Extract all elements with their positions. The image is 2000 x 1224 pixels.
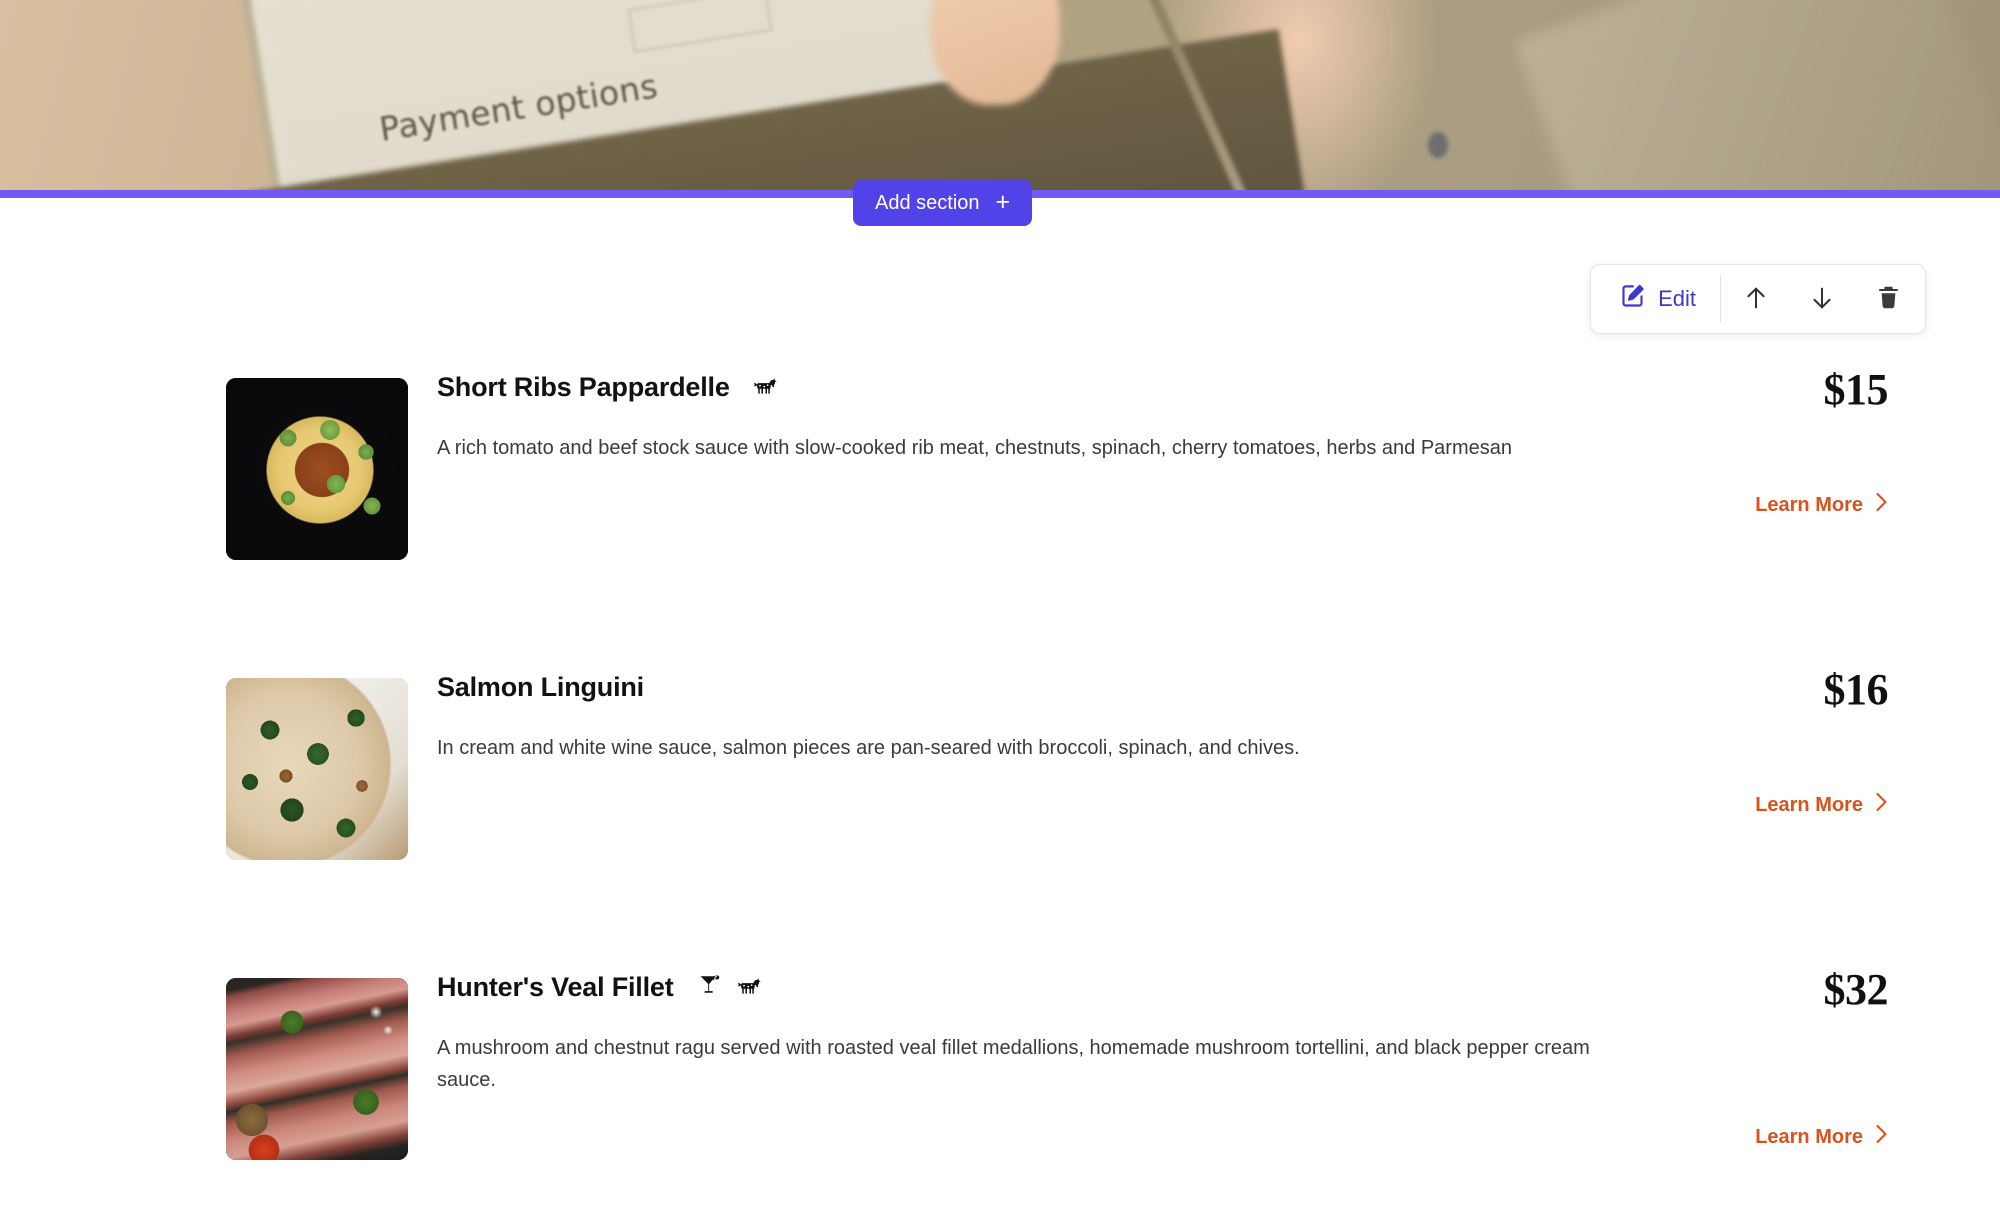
dish-photo-veal-fillet: [226, 978, 408, 1160]
menu-item-price: $15: [1823, 365, 1889, 414]
learn-more-button[interactable]: Learn More: [1755, 792, 1888, 818]
edit-button[interactable]: Edit: [1595, 265, 1718, 333]
learn-more-button[interactable]: Learn More: [1755, 492, 1888, 518]
add-section-button[interactable]: Add section +: [853, 180, 1033, 226]
hero-light-sheen: [1514, 0, 2000, 196]
menu-item-tag-icons: [753, 372, 780, 403]
menu-item-image: [226, 678, 408, 860]
beef-cow-icon: [753, 372, 780, 403]
cocktail-glass-icon: [698, 972, 722, 1003]
move-section-up-button[interactable]: [1723, 265, 1789, 333]
menu-item-image: [226, 378, 408, 560]
menu-items-list: Short Ribs Pappardelle A rich tomato and…: [0, 352, 2000, 1224]
arrow-up-icon: [1742, 284, 1770, 315]
menu-item-description: In cream and white wine sauce, salmon pi…: [437, 737, 1300, 759]
menu-item-title-row: Hunter's Veal Fillet: [437, 972, 764, 1003]
hero-speck: [1428, 132, 1448, 158]
pencil-square-icon: [1619, 283, 1646, 316]
dish-photo-salmon-linguini: [226, 678, 408, 860]
section-edit-toolbar: Edit: [1590, 264, 1926, 334]
hero-banner-image: Payment options: [0, 0, 2000, 196]
menu-item-title: Short Ribs Pappardelle: [437, 372, 730, 402]
menu-item[interactable]: Salmon Linguini In cream and white wine …: [0, 652, 2000, 952]
toolbar-divider: [1720, 275, 1721, 323]
menu-item-tag-icons: [698, 972, 764, 1003]
menu-item[interactable]: Hunter's Veal Fillet A mushroom and ches…: [0, 952, 2000, 1224]
beef-cow-icon: [737, 972, 764, 1003]
menu-item-title-row: Salmon Linguini: [437, 672, 644, 703]
menu-item-image: [226, 978, 408, 1160]
menu-item-price: $32: [1823, 965, 1889, 1014]
plus-icon: +: [995, 187, 1011, 216]
learn-more-label: Learn More: [1755, 1125, 1863, 1148]
move-section-down-button[interactable]: [1789, 265, 1855, 333]
chevron-right-icon: [1875, 1124, 1888, 1150]
dish-photo-pappardelle: [226, 378, 408, 560]
chevron-right-icon: [1875, 492, 1888, 518]
page-root: Payment options Add section + Edit Short…: [0, 0, 2000, 1224]
menu-item[interactable]: Short Ribs Pappardelle A rich tomato and…: [0, 352, 2000, 652]
learn-more-label: Learn More: [1755, 793, 1863, 816]
menu-item-price: $16: [1823, 665, 1889, 714]
menu-item-title: Hunter's Veal Fillet: [437, 972, 674, 1002]
add-section-label: Add section: [875, 191, 980, 214]
learn-more-label: Learn More: [1755, 493, 1863, 516]
trash-icon: [1875, 284, 1902, 314]
menu-item-description: A rich tomato and beef stock sauce with …: [437, 437, 1512, 459]
arrow-down-icon: [1808, 284, 1836, 315]
menu-item-title: Salmon Linguini: [437, 672, 644, 702]
edit-button-label: Edit: [1658, 286, 1696, 311]
menu-item-title-row: Short Ribs Pappardelle: [437, 372, 780, 403]
learn-more-button[interactable]: Learn More: [1755, 1124, 1888, 1150]
chevron-right-icon: [1875, 792, 1888, 818]
delete-section-button[interactable]: [1855, 265, 1921, 333]
menu-item-description: A mushroom and chestnut ragu served with…: [437, 1037, 1590, 1091]
